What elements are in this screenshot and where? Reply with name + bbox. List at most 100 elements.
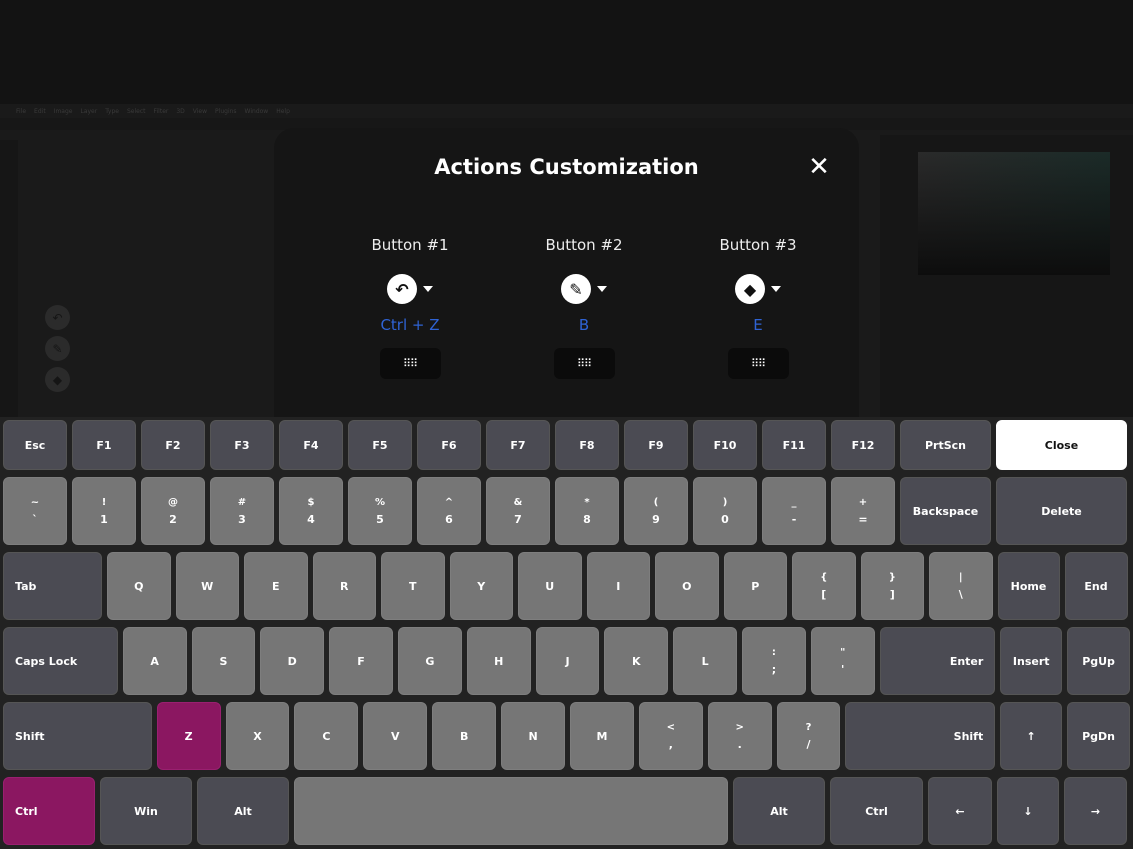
key--[interactable]: {[	[792, 552, 856, 620]
key-d[interactable]: D	[260, 627, 325, 695]
key-f7[interactable]: F7	[486, 420, 550, 470]
key--[interactable]: <,	[638, 702, 703, 770]
action-select[interactable]: ◆	[678, 274, 838, 304]
key-w[interactable]: W	[175, 552, 239, 620]
button-3-config: Button #3 ◆ E ⠿⠿	[678, 236, 838, 379]
key--[interactable]: " '	[810, 627, 875, 695]
key-o[interactable]: O	[655, 552, 719, 620]
keyboard-button[interactable]: ⠿⠿	[379, 348, 441, 379]
key-f10[interactable]: F10	[693, 420, 757, 470]
key--[interactable]: ? /	[776, 702, 841, 770]
key-pgup[interactable]: PgUp	[1067, 627, 1130, 695]
key-l[interactable]: L	[673, 627, 738, 695]
key-tab[interactable]: Tab	[3, 552, 102, 620]
key-shift[interactable]: Shift	[3, 702, 152, 770]
key--[interactable]: :;	[742, 627, 806, 695]
key--[interactable]: | \	[929, 552, 993, 620]
key-caps-lock[interactable]: Caps Lock	[3, 627, 118, 695]
key-label: ]	[889, 587, 895, 601]
key-backspace[interactable]: Backspace	[900, 477, 991, 545]
key-q[interactable]: Q	[107, 552, 171, 620]
key-close[interactable]: Close	[996, 420, 1127, 470]
key-n[interactable]: N	[501, 702, 565, 770]
key-i[interactable]: I	[586, 552, 650, 620]
key-6[interactable]: ^ 6	[417, 477, 481, 545]
key--[interactable]: _ -	[762, 477, 826, 545]
key-label: P	[751, 579, 760, 593]
key--[interactable]: ↑	[1000, 702, 1063, 770]
key--[interactable]: ~ `	[3, 477, 67, 545]
key--[interactable]: }]	[860, 552, 924, 620]
key-0[interactable]: ) 0	[693, 477, 757, 545]
key-f9[interactable]: F9	[624, 420, 688, 470]
key--[interactable]: ↓	[997, 777, 1059, 845]
key-f8[interactable]: F8	[555, 420, 619, 470]
key-f4[interactable]: F4	[279, 420, 343, 470]
key-f[interactable]: F	[329, 627, 393, 695]
keyboard-button[interactable]: ⠿⠿	[553, 348, 615, 379]
key-shift[interactable]: Shift	[845, 702, 996, 770]
key-alt[interactable]: Alt	[197, 777, 289, 845]
key-home[interactable]: Home	[997, 552, 1060, 620]
key-m[interactable]: M	[569, 702, 634, 770]
key-u[interactable]: U	[518, 552, 582, 620]
key-end[interactable]: End	[1064, 552, 1128, 620]
key-prtscn[interactable]: PrtScn	[900, 420, 991, 470]
key--[interactable]: →	[1064, 777, 1127, 845]
key-pgdn[interactable]: PgDn	[1067, 702, 1130, 770]
key-enter[interactable]: Enter	[879, 627, 996, 695]
key-9[interactable]: (9	[624, 477, 688, 545]
key-2[interactable]: @2	[141, 477, 205, 545]
key-esc[interactable]: Esc	[3, 420, 67, 470]
key--[interactable]: + =	[831, 477, 895, 545]
key-z[interactable]: Z	[156, 702, 221, 770]
key--[interactable]: >.	[707, 702, 772, 770]
key-x[interactable]: X	[225, 702, 290, 770]
key-space[interactable]	[294, 777, 728, 845]
key-c[interactable]: C	[294, 702, 359, 770]
key-delete[interactable]: Delete	[996, 477, 1127, 545]
key-1[interactable]: ! 1	[72, 477, 136, 545]
key-a[interactable]: A	[122, 627, 187, 695]
key-s[interactable]: S	[191, 627, 256, 695]
key-label: F12	[851, 438, 875, 452]
key-insert[interactable]: Insert	[1000, 627, 1063, 695]
key-7[interactable]: & 7	[486, 477, 550, 545]
key-label: F10	[713, 438, 737, 452]
key-k[interactable]: K	[604, 627, 669, 695]
key-f2[interactable]: F2	[141, 420, 205, 470]
key-3[interactable]: #3	[210, 477, 274, 545]
key-alt[interactable]: Alt	[733, 777, 825, 845]
key-5[interactable]: % 5	[348, 477, 412, 545]
key--[interactable]: ←	[928, 777, 992, 845]
button-2-config: Button #2 ✎ B ⠿⠿	[504, 236, 664, 379]
key-v[interactable]: V	[363, 702, 428, 770]
key-b[interactable]: B	[432, 702, 497, 770]
key-y[interactable]: Y	[449, 552, 513, 620]
key-f5[interactable]: F5	[348, 420, 412, 470]
key-g[interactable]: G	[397, 627, 462, 695]
key-f3[interactable]: F3	[210, 420, 274, 470]
action-select[interactable]: ✎	[504, 274, 664, 304]
key-t[interactable]: T	[381, 552, 445, 620]
key-j[interactable]: J	[535, 627, 600, 695]
key-p[interactable]: P	[723, 552, 787, 620]
menu-item: Plugins	[215, 107, 237, 115]
key-ctrl[interactable]: Ctrl	[3, 777, 95, 845]
key-r[interactable]: R	[312, 552, 376, 620]
key-h[interactable]: H	[466, 627, 531, 695]
key-f12[interactable]: F12	[831, 420, 895, 470]
key-f1[interactable]: F1	[72, 420, 136, 470]
key-label: Shift	[15, 729, 45, 743]
key-f6[interactable]: F6	[417, 420, 481, 470]
close-icon[interactable]: ✕	[806, 154, 832, 180]
keyboard-button[interactable]: ⠿⠿	[727, 348, 789, 379]
key-ctrl[interactable]: Ctrl	[830, 777, 923, 845]
key-label: Win	[134, 804, 158, 818]
key-f11[interactable]: F11	[762, 420, 826, 470]
key-e[interactable]: E	[244, 552, 308, 620]
key-win[interactable]: Win	[100, 777, 192, 845]
key-4[interactable]: $4	[279, 477, 343, 545]
action-select[interactable]: ↶	[330, 274, 490, 304]
key-8[interactable]: * 8	[555, 477, 619, 545]
